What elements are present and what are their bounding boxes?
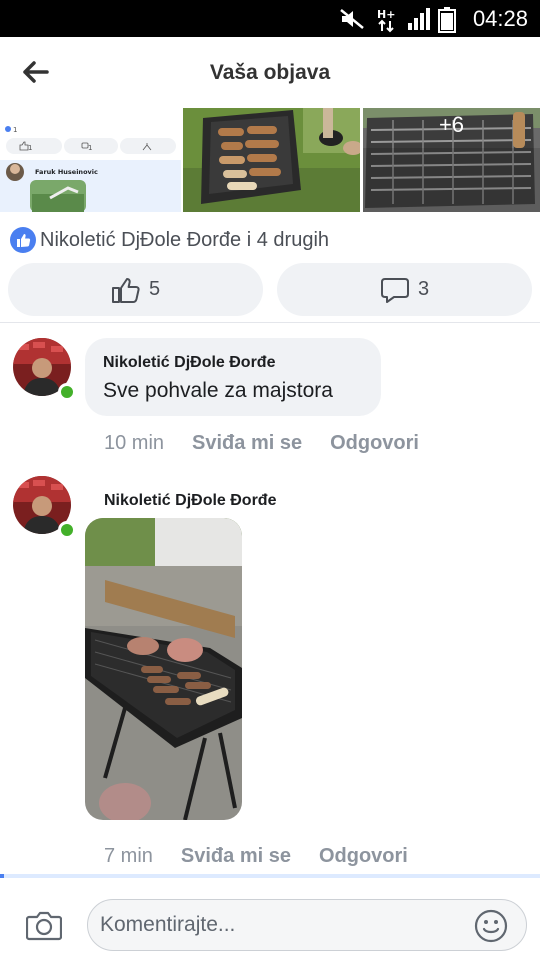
comment-author[interactable]: Nikoletić DjĐole Đorđe: [103, 354, 275, 372]
grill-more-thumbnail[interactable]: +6: [363, 108, 540, 212]
comment-bubble: Nikoletić DjĐole Đorđe Sve pohvale za ma…: [85, 338, 381, 416]
comment-time: 7 min: [104, 845, 153, 867]
comment-button[interactable]: 3: [277, 263, 532, 316]
emoji-icon: [474, 909, 508, 943]
comment-reply-link[interactable]: Odgovori: [330, 432, 419, 455]
like-button[interactable]: 5: [8, 263, 263, 316]
more-photos-count: +6: [438, 112, 465, 137]
photo-strip: 1 1 1 Faruk Huseinovic +6: [0, 108, 540, 212]
comment-meta: 7 min Sviđa mi se Odgovori: [104, 845, 436, 868]
comment-time: 10 min: [104, 432, 165, 454]
comment-count: 3: [417, 278, 430, 300]
online-status-dot: [58, 521, 76, 539]
clock: 04:28: [472, 6, 528, 31]
reactions-summary[interactable]: Nikoletić DjĐole Đorđe i 4 drugih: [10, 226, 329, 254]
embedded-comment-count: 1: [88, 144, 92, 152]
embedded-reaction-count: 1: [13, 126, 17, 134]
signal-icon: [408, 8, 430, 30]
like-reaction-icon: [10, 227, 36, 253]
shared-post-thumbnail[interactable]: 1 1 1 Faruk Huseinovic: [0, 108, 181, 212]
status-bar: H+ 04:28: [0, 0, 540, 37]
comment-bubble-icon: [380, 277, 409, 303]
comment-reply-link[interactable]: Odgovori: [319, 845, 408, 868]
reactions-summary-text: Nikoletić DjĐole Đorđe i 4 drugih: [40, 228, 330, 251]
comment-like-link[interactable]: Sviđa mi se: [192, 432, 302, 455]
grill-thumbnail[interactable]: [183, 108, 360, 212]
app-header: Vaša objava: [0, 37, 540, 107]
camera-icon: [25, 911, 63, 941]
divider: [0, 322, 540, 323]
embedded-author: Faruk Huseinovic: [35, 168, 98, 176]
page-title: Vaša objava: [209, 61, 331, 84]
svg-text:H+: H+: [377, 8, 395, 21]
online-status-dot: [58, 383, 76, 401]
comment-author[interactable]: Nikoletić DjĐole Đorđe: [104, 492, 276, 510]
emoji-button[interactable]: [474, 909, 508, 948]
comment-like-link[interactable]: Sviđa mi se: [181, 845, 291, 868]
new-comment-indicator: [0, 874, 540, 878]
comment-photo[interactable]: [85, 518, 242, 820]
network-h-plus-icon: H+: [377, 8, 395, 33]
mute-icon: [340, 9, 364, 29]
camera-button[interactable]: [25, 909, 63, 946]
like-count: 5: [148, 278, 161, 300]
comment-text: Sve pohvale za majstora: [103, 379, 333, 402]
battery-icon: [438, 7, 456, 33]
comment-input[interactable]: [87, 899, 527, 951]
comment-composer: [0, 880, 540, 960]
embedded-like-count: 1: [28, 144, 32, 152]
comment-meta: 10 min Sviđa mi se Odgovori: [104, 432, 447, 455]
thumbs-up-icon: [111, 277, 140, 303]
